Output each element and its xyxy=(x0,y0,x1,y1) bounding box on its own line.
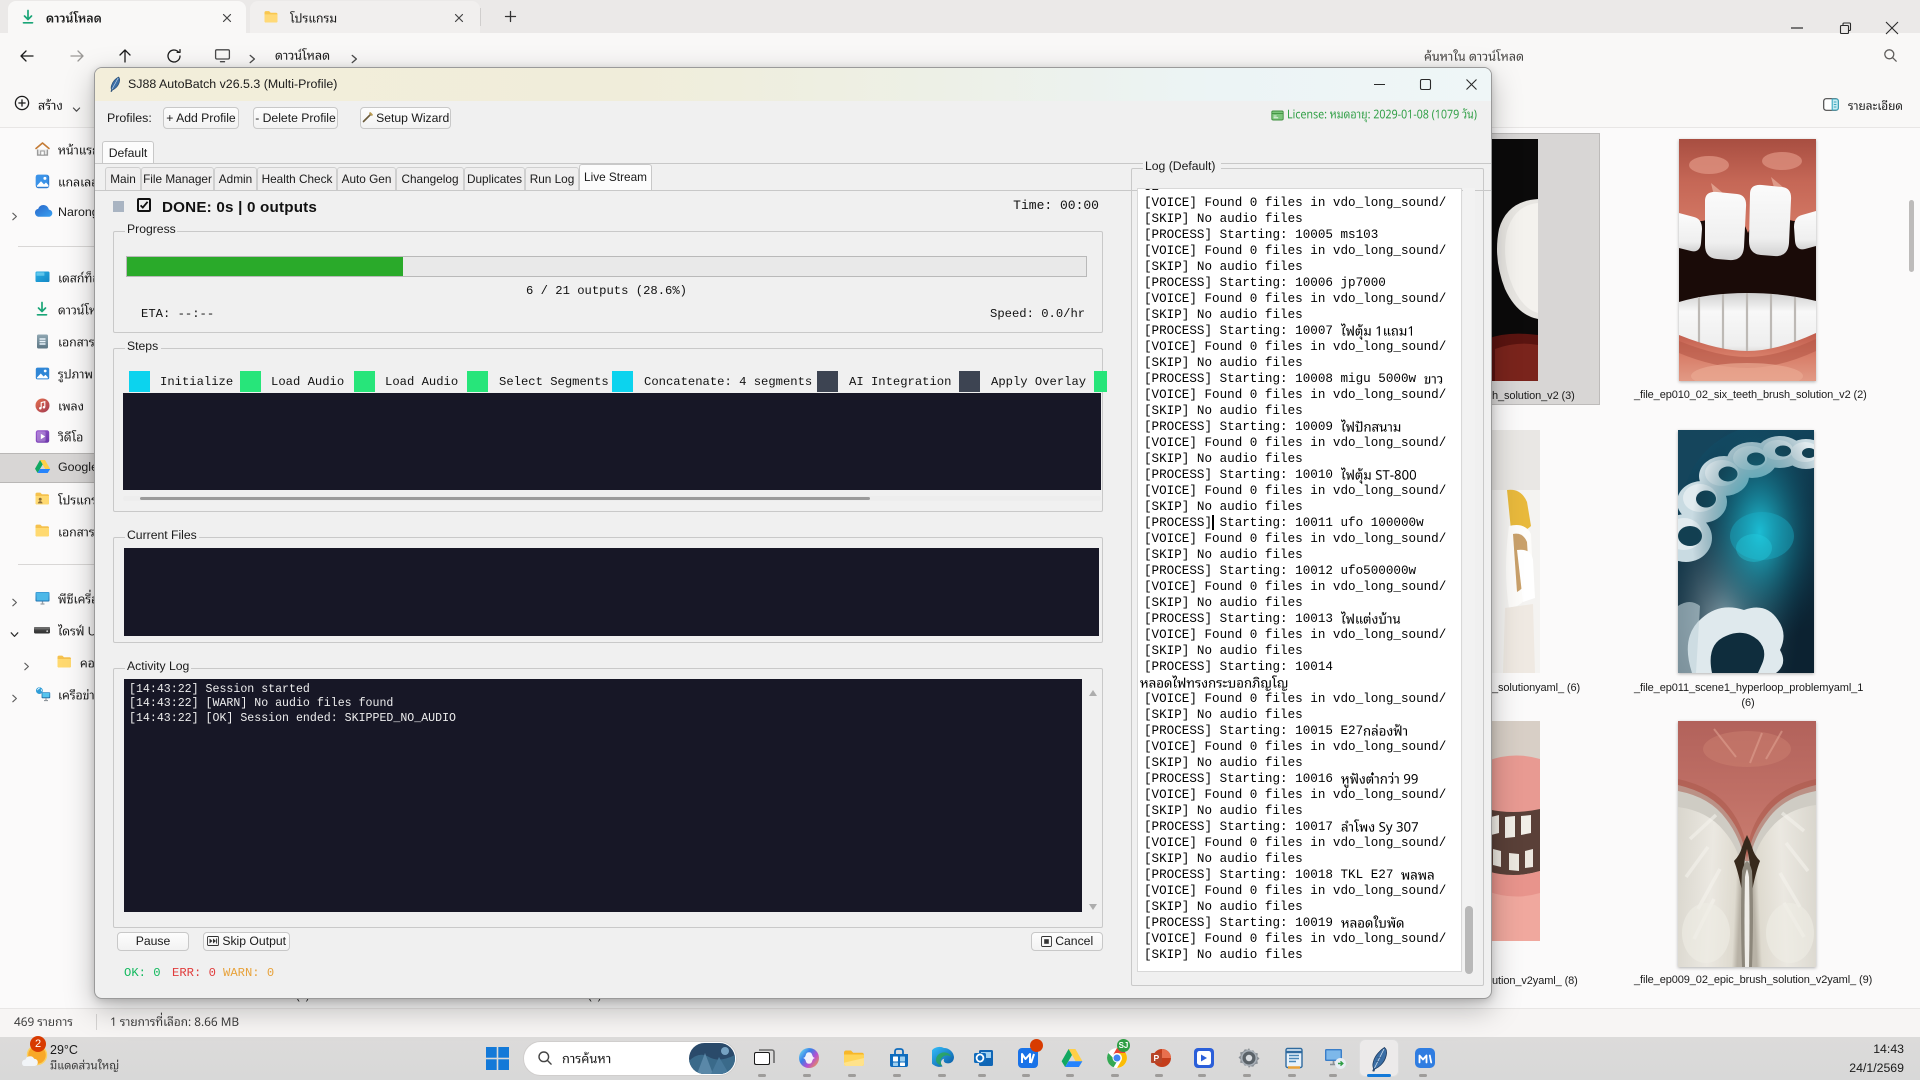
svg-text:P: P xyxy=(1154,1053,1160,1063)
